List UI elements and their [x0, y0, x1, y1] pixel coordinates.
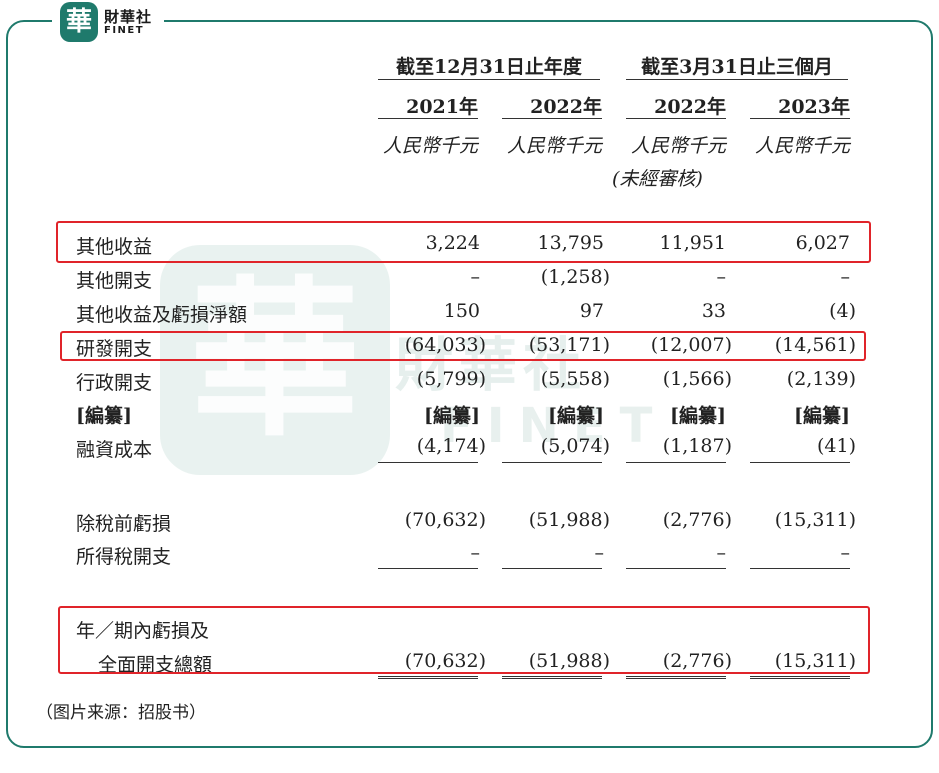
- cell-lbt-2021: (70,632): [404, 509, 486, 531]
- brand-mark-icon: 華: [60, 2, 98, 42]
- unit-label-3: 人民幣千元: [630, 135, 726, 157]
- cell-tax-q2022: –: [716, 542, 727, 564]
- cell-tax-q2023: –: [840, 542, 851, 564]
- brand-logo: 華 財華社 FINET: [52, 0, 164, 44]
- highlight-total-loss: [58, 606, 870, 674]
- cell-redacted-q2023: [編纂]: [794, 405, 850, 427]
- highlight-rnd-expenses: [60, 331, 866, 361]
- cell-other-gains-q2023: (4): [829, 300, 856, 322]
- final-rule-3: [626, 676, 726, 679]
- row-label-income-tax: 所得稅開支: [76, 546, 172, 568]
- year-rule-3: [626, 118, 726, 119]
- cell-other-expenses-q2022: –: [716, 266, 727, 288]
- cell-other-expenses-q2023: –: [840, 266, 851, 288]
- cell-lbt-q2022: (2,776): [662, 509, 732, 531]
- year-rule-1: [378, 118, 478, 119]
- cell-other-gains-2022: 97: [579, 300, 604, 322]
- cell-other-expenses-2021: –: [470, 266, 481, 288]
- highlight-other-income: [56, 221, 871, 263]
- year-rule-2: [502, 118, 602, 119]
- brand-name-cn: 財華社: [104, 8, 153, 26]
- final-rule-1: [378, 676, 478, 679]
- total-rule-3: [626, 568, 726, 569]
- total-rule-2: [502, 568, 602, 569]
- year-rule-4: [750, 118, 850, 119]
- subtotal-rule-2: [502, 462, 602, 463]
- row-label-finance-costs: 融資成本: [76, 439, 153, 461]
- cell-other-gains-2021: 150: [443, 300, 480, 322]
- subtotal-rule-1: [378, 462, 478, 463]
- image-source-caption: （图片来源：招股书）: [36, 703, 206, 723]
- cell-finance-q2023: (41): [816, 435, 856, 457]
- cell-admin-2022: (5,558): [540, 368, 610, 390]
- cell-redacted-2021: [編纂]: [424, 405, 480, 427]
- cell-redacted-2022: [編纂]: [548, 405, 604, 427]
- cell-finance-2021: (4,174): [416, 435, 486, 457]
- total-rule-4: [750, 568, 850, 569]
- unit-label-2: 人民幣千元: [506, 135, 602, 157]
- cell-tax-2022: –: [594, 542, 605, 564]
- unit-label-4: 人民幣千元: [754, 135, 850, 157]
- cell-tax-2021: –: [470, 542, 481, 564]
- total-rule-1: [378, 568, 478, 569]
- cell-finance-2022: (5,074): [540, 435, 610, 457]
- subtotal-rule-3: [626, 462, 726, 463]
- cell-lbt-2022: (51,988): [528, 509, 610, 531]
- subtotal-rule-4: [750, 462, 850, 463]
- year-header-3: 2022年: [654, 96, 726, 118]
- row-label-redacted: [編纂]: [76, 405, 132, 427]
- year-header-1: 2021年: [406, 96, 478, 118]
- cell-admin-2021: (5,799): [416, 368, 486, 390]
- header-group-quarter-rule: [626, 79, 848, 80]
- unaudited-note: (未經審核): [612, 168, 703, 190]
- brand-name-en: FINET: [104, 25, 145, 36]
- header-group-quarter: 截至3月31日止三個月: [641, 56, 833, 78]
- cell-other-expenses-2022: (1,258): [540, 266, 610, 288]
- row-label-loss-before-tax: 除稅前虧損: [76, 513, 172, 535]
- cell-lbt-q2023: (15,311): [774, 509, 856, 531]
- cell-redacted-q2022: [編纂]: [670, 405, 726, 427]
- cell-admin-q2023: (2,139): [786, 368, 856, 390]
- header-group-annual: 截至12月31日止年度: [396, 56, 582, 78]
- final-rule-2: [502, 676, 602, 679]
- year-header-2: 2022年: [530, 96, 602, 118]
- unit-label-1: 人民幣千元: [382, 135, 478, 157]
- final-rule-4: [750, 676, 850, 679]
- year-header-4: 2023年: [778, 96, 850, 118]
- header-group-annual-rule: [378, 79, 600, 80]
- cell-admin-q2022: (1,566): [662, 368, 732, 390]
- row-label-admin-expenses: 行政開支: [76, 372, 153, 394]
- cell-finance-q2022: (1,187): [662, 435, 732, 457]
- cell-other-gains-q2022: 33: [701, 300, 726, 322]
- row-label-other-expenses: 其他開支: [76, 270, 153, 292]
- row-label-other-gains-losses: 其他收益及虧損淨額: [76, 304, 248, 326]
